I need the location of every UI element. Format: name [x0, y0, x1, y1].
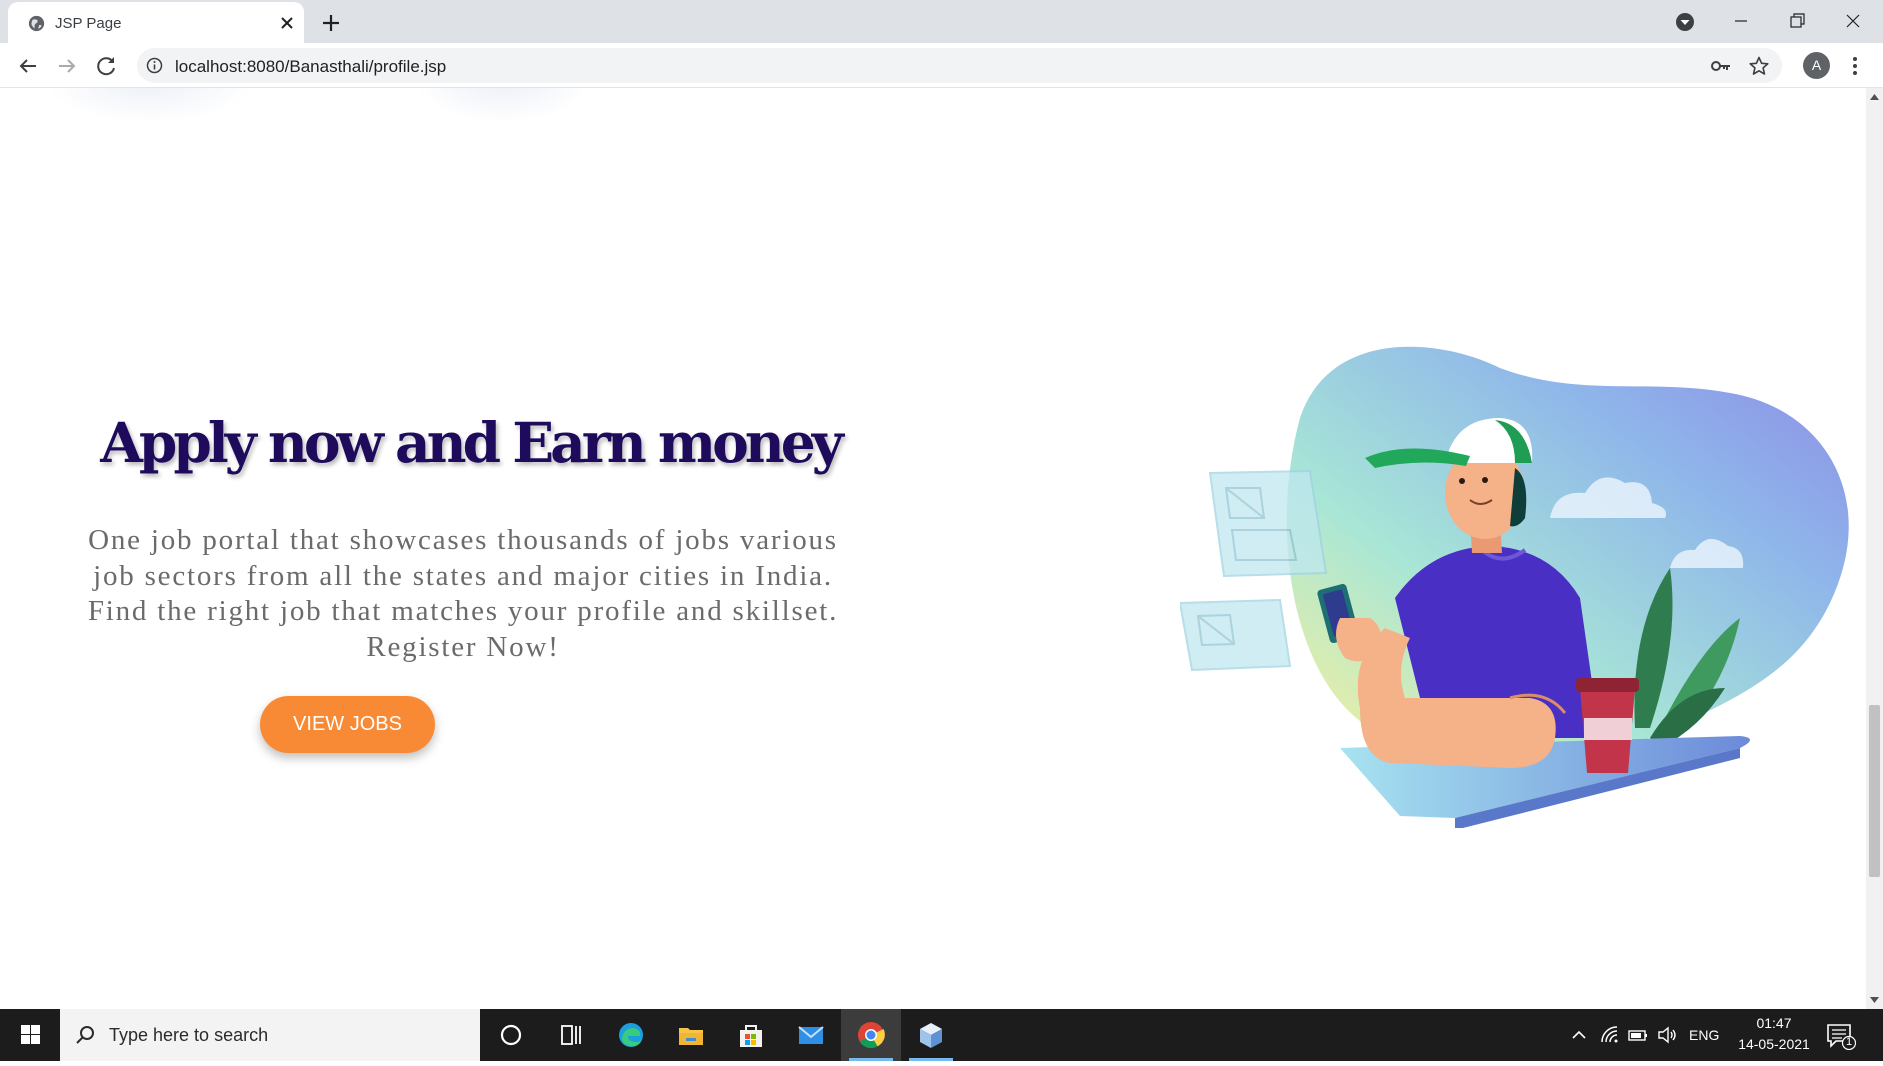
- new-tab-icon[interactable]: [318, 10, 344, 36]
- mail-icon: [798, 1026, 824, 1044]
- bookmark-star-icon[interactable]: [1748, 55, 1770, 77]
- restore-icon: [1790, 13, 1805, 28]
- store-icon: [740, 1025, 762, 1047]
- edge-icon: [619, 1023, 643, 1047]
- edge-button[interactable]: [601, 1009, 661, 1061]
- search-placeholder: Type here to search: [109, 1025, 269, 1045]
- forward-icon[interactable]: [53, 52, 81, 80]
- battery-icon[interactable]: [1627, 1024, 1649, 1046]
- task-view-icon: [561, 1025, 581, 1045]
- tab-search-icon[interactable]: [1674, 11, 1696, 33]
- browser-toolbar: localhost:8080/Banasthali/profile.jsp A: [0, 43, 1883, 88]
- start-button[interactable]: [0, 1009, 60, 1061]
- address-bar[interactable]: localhost:8080/Banasthali/profile.jsp: [137, 48, 1782, 83]
- file-explorer-button[interactable]: [661, 1009, 721, 1061]
- profile-avatar[interactable]: A: [1803, 52, 1830, 79]
- reload-icon[interactable]: [93, 52, 121, 80]
- cortana-button[interactable]: [481, 1009, 541, 1061]
- url-text[interactable]: localhost:8080/Banasthali/profile.jsp: [175, 57, 446, 77]
- taskbar-search-box[interactable]: Type here to search: [60, 1009, 480, 1061]
- close-tab-icon[interactable]: [276, 12, 298, 34]
- chrome-icon: [858, 1022, 885, 1049]
- close-icon: [1846, 14, 1860, 28]
- wifi-icon[interactable]: [1599, 1024, 1621, 1046]
- description-line: Register Now!: [366, 630, 560, 663]
- description-line: job sectors from all the states and majo…: [93, 559, 833, 592]
- page-viewport: Apply now and Earn money One job portal …: [0, 88, 1866, 1009]
- key-icon[interactable]: [1710, 56, 1732, 76]
- minimize-button[interactable]: [1713, 0, 1769, 40]
- task-view-button[interactable]: [541, 1009, 601, 1061]
- file-explorer-icon: [679, 1028, 703, 1045]
- clock-date[interactable]: 14-05-2021: [1733, 1036, 1815, 1052]
- tab-title: JSP Page: [55, 15, 122, 32]
- volume-icon[interactable]: [1656, 1024, 1678, 1046]
- input-language[interactable]: ENG: [1689, 1027, 1719, 1043]
- more-menu-icon[interactable]: [1845, 54, 1865, 78]
- description-line: Find the right job that matches your pro…: [87, 595, 839, 627]
- scrollbar-thumb[interactable]: [1869, 705, 1880, 877]
- globe-icon: [28, 15, 45, 32]
- page-scrollbar[interactable]: [1866, 88, 1883, 1009]
- decorative-shadow: [45, 88, 255, 123]
- notification-count: 1: [1846, 1036, 1853, 1048]
- scroll-down-arrow-icon[interactable]: [1870, 997, 1879, 1003]
- browser-tab[interactable]: JSP Page: [8, 2, 304, 43]
- notification-center-button[interactable]: 1: [1826, 1022, 1857, 1051]
- restore-button[interactable]: [1769, 0, 1825, 40]
- scroll-up-arrow-icon[interactable]: [1870, 94, 1879, 100]
- mail-button[interactable]: [781, 1009, 841, 1061]
- clock-time[interactable]: 01:47: [1733, 1015, 1815, 1031]
- info-icon[interactable]: [146, 57, 163, 74]
- chrome-button[interactable]: [841, 1009, 901, 1061]
- view-jobs-button[interactable]: VIEW JOBS: [260, 696, 435, 753]
- description-line: One job portal that showcases thousands …: [88, 524, 838, 556]
- hero-title: Apply now and Earn money: [100, 410, 843, 475]
- back-icon[interactable]: [14, 52, 42, 80]
- person-with-phone-illustration: [1180, 346, 1849, 828]
- windows-logo-icon: [21, 1025, 40, 1044]
- minimize-icon: [1735, 20, 1747, 22]
- search-icon: [76, 1026, 94, 1044]
- cortana-icon: [500, 1024, 522, 1046]
- windows-taskbar: Type here to search ENG 01:47 14-05-2021…: [0, 1009, 1883, 1061]
- store-button[interactable]: [721, 1009, 781, 1061]
- hero-description: One job portal that showcases thousands …: [58, 523, 868, 665]
- close-window-button[interactable]: [1825, 0, 1881, 40]
- browser-tab-strip: JSP Page: [0, 0, 1883, 43]
- app-cube-icon: [920, 1023, 942, 1048]
- decorative-shadow: [415, 88, 590, 123]
- chevron-up-icon[interactable]: [1568, 1024, 1590, 1046]
- app-cube-button[interactable]: [901, 1009, 961, 1061]
